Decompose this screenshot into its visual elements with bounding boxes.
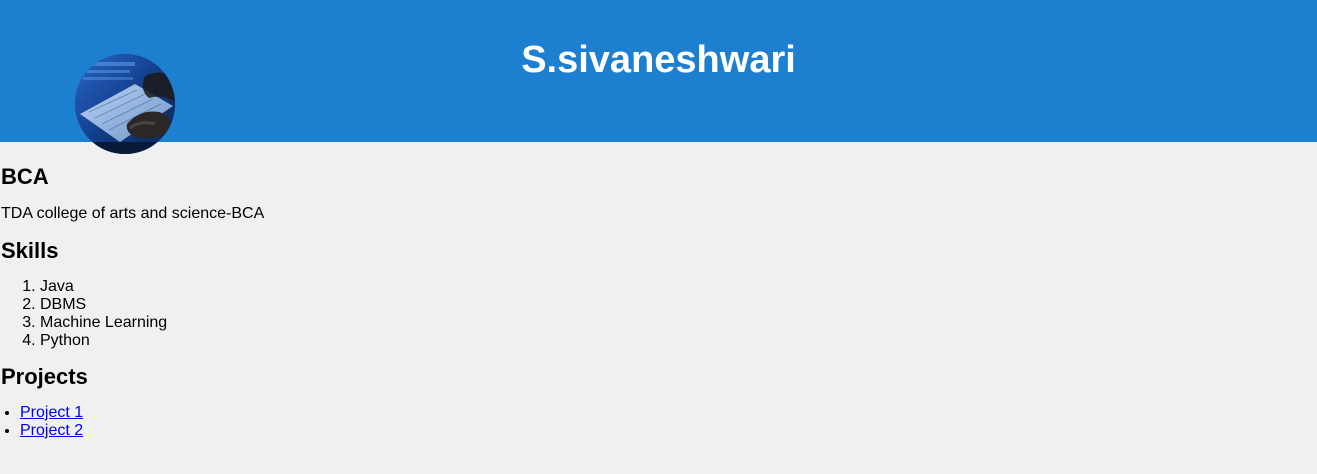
project-item: Project 2: [20, 422, 1317, 440]
projects-list: Project 1 Project 2: [1, 404, 1317, 440]
degree-heading: BCA: [1, 164, 49, 189]
skill-item: Python: [40, 332, 1317, 350]
laptop-typing-photo-icon: [75, 54, 175, 154]
page-header: S.sivaneshwari: [0, 0, 1317, 154]
skills-heading: Skills: [1, 238, 59, 263]
project-link[interactable]: Project 2: [20, 422, 83, 439]
college-text: TDA college of arts and science-BCA: [1, 205, 265, 222]
main-content: BCA TDA college of arts and science-BCA …: [0, 142, 1317, 440]
skill-item: DBMS: [40, 296, 1317, 314]
skill-item: Java: [40, 278, 1317, 296]
project-link[interactable]: Project 1: [20, 404, 83, 421]
project-item: Project 1: [20, 404, 1317, 422]
projects-heading: Projects: [1, 364, 88, 389]
avatar: [75, 54, 175, 154]
skill-item: Machine Learning: [40, 314, 1317, 332]
profile-name: S.sivaneshwari: [521, 39, 796, 81]
skills-list: Java DBMS Machine Learning Python: [1, 278, 1317, 350]
